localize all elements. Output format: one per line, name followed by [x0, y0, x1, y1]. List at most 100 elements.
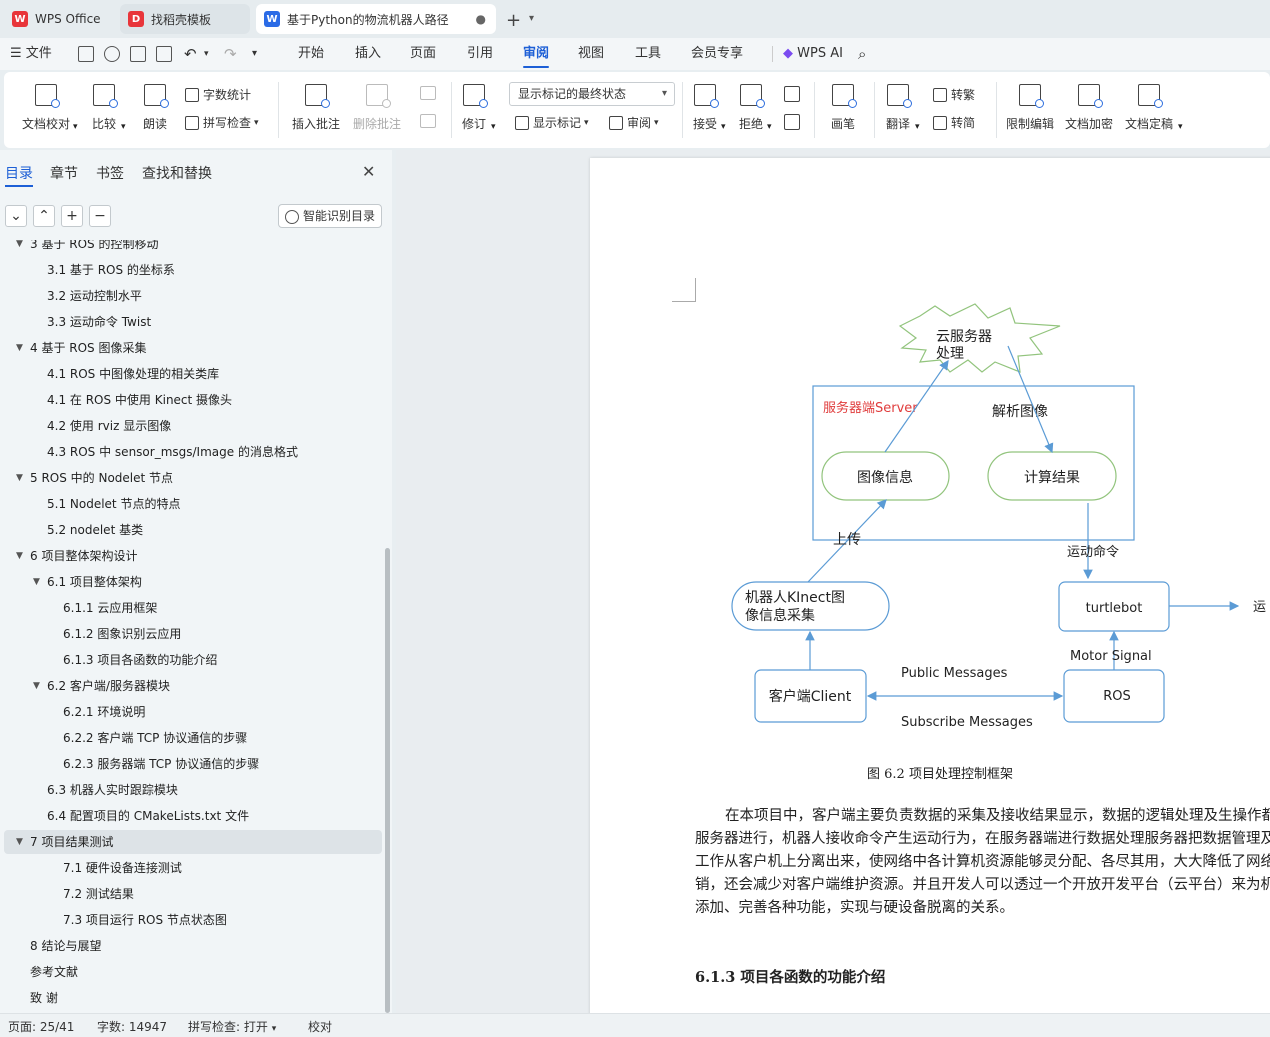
- undo-icon[interactable]: ↶: [184, 38, 197, 70]
- toc-item[interactable]: ▼ 5 ROS 中的 Nodelet 节点: [4, 466, 382, 490]
- toc-item[interactable]: 7.1 硬件设备连接测试: [4, 856, 382, 880]
- search-doc-icon[interactable]: [104, 46, 120, 62]
- toc-item[interactable]: 4.2 使用 rviz 显示图像: [4, 414, 382, 438]
- menu-item-tools[interactable]: 工具: [635, 38, 661, 70]
- menu-item-review[interactable]: 审阅: [523, 38, 550, 70]
- menu-item-view[interactable]: 视图: [578, 38, 604, 70]
- menu-item-start[interactable]: 开始: [298, 38, 324, 70]
- expand-arrow-icon[interactable]: ▼: [16, 240, 23, 256]
- track-changes-button[interactable]: 修订: [462, 72, 488, 132]
- expand-all-chevron-down-icon[interactable]: ⌄: [5, 205, 27, 227]
- print-preview-icon[interactable]: [156, 46, 172, 62]
- accept-button[interactable]: 接受: [693, 72, 719, 132]
- next-change-icon[interactable]: [784, 114, 800, 130]
- toc-item[interactable]: ▼ 3 基于 ROS 的控制移动: [4, 240, 382, 256]
- toc-item[interactable]: 5.1 Nodelet 节点的特点: [4, 492, 382, 516]
- chevron-down-icon[interactable]: ▾: [767, 122, 772, 132]
- tab-chapters[interactable]: 章节: [50, 163, 78, 183]
- tab-docer-templates[interactable]: D 找稻壳模板: [120, 4, 250, 34]
- chevron-down-icon[interactable]: ▾: [915, 122, 920, 132]
- proofread-indicator[interactable]: 校对: [308, 1018, 332, 1035]
- redo-icon[interactable]: ↷: [224, 38, 237, 70]
- restrict-edit-button[interactable]: 限制编辑: [1006, 72, 1054, 132]
- doc-check-button[interactable]: 文档校对: [22, 72, 70, 132]
- to-simplified-button[interactable]: 转简: [933, 114, 975, 131]
- expand-arrow-icon[interactable]: ▼: [16, 336, 23, 360]
- toc-item[interactable]: 致 谢: [4, 986, 382, 1010]
- toc-item[interactable]: 4.1 ROS 中图像处理的相关类库: [4, 362, 382, 386]
- menu-item-member[interactable]: 会员专享: [691, 38, 743, 70]
- remove-heading-minus-icon[interactable]: −: [89, 205, 111, 227]
- menu-item-insert[interactable]: 插入: [355, 38, 381, 70]
- toc-item[interactable]: 6.1.3 项目各函数的功能介绍: [4, 648, 382, 672]
- compare-button[interactable]: 比较: [92, 72, 118, 132]
- close-icon[interactable]: ✕: [362, 162, 375, 181]
- word-count-indicator[interactable]: 字数: 14947: [97, 1018, 167, 1035]
- expand-arrow-icon[interactable]: ▼: [16, 466, 23, 490]
- toc-item[interactable]: 6.4 配置项目的 CMakeLists.txt 文件: [4, 804, 382, 828]
- toc-item[interactable]: 3.3 运动命令 Twist: [4, 310, 382, 334]
- expand-arrow-icon[interactable]: ▼: [16, 544, 23, 568]
- toc-item[interactable]: 3.1 基于 ROS 的坐标系: [4, 258, 382, 282]
- tab-close-dot-icon[interactable]: ●: [476, 12, 486, 26]
- toc-item[interactable]: 6.3 机器人实时跟踪模块: [4, 778, 382, 802]
- collapse-chevron-up-icon[interactable]: ⌃: [33, 205, 55, 227]
- toc-item[interactable]: ▼ 6.2 客户端/服务器模块: [4, 674, 382, 698]
- pen-button[interactable]: 画笔: [831, 72, 857, 132]
- translate-button[interactable]: 翻译: [886, 72, 912, 132]
- more-chevron-icon[interactable]: ▾: [252, 38, 257, 70]
- toc-item[interactable]: 3.2 运动控制水平: [4, 284, 382, 308]
- toc-item[interactable]: 6.2.3 服务器端 TCP 协议通信的步骤: [4, 752, 382, 776]
- word-count-button[interactable]: 字数统计: [185, 86, 251, 103]
- toc-item[interactable]: 6.2.1 环境说明: [4, 700, 382, 724]
- toc-item[interactable]: 8 结论与展望: [4, 934, 382, 958]
- toc-item[interactable]: ▼ 4 基于 ROS 图像采集: [4, 336, 382, 360]
- print-icon[interactable]: [130, 46, 146, 62]
- toc-item[interactable]: ▼ 6 项目整体架构设计: [4, 544, 382, 568]
- menu-item-page[interactable]: 页面: [410, 38, 436, 70]
- chevron-down-icon[interactable]: ▾: [121, 122, 126, 132]
- toc-item[interactable]: ▼ 6.1 项目整体架构: [4, 570, 382, 594]
- menu-item-reference[interactable]: 引用: [467, 38, 493, 70]
- tab-current-document[interactable]: W 基于Python的物流机器人路径 ●: [256, 4, 496, 34]
- read-aloud-button[interactable]: 朗读: [143, 72, 169, 132]
- toc-item[interactable]: 4.3 ROS 中 sensor_msgs/Image 的消息格式: [4, 440, 382, 464]
- chevron-down-icon[interactable]: ▾: [73, 122, 78, 132]
- reject-button[interactable]: 拒绝: [739, 72, 765, 132]
- chevron-down-icon[interactable]: ▾: [721, 122, 726, 132]
- markup-state-select[interactable]: 显示标记的最终状态 ▾: [509, 82, 675, 106]
- tab-toc[interactable]: 目录: [5, 163, 33, 183]
- next-comment-icon[interactable]: [420, 114, 436, 128]
- spell-check-indicator[interactable]: 拼写检查: 打开 ▾: [188, 1018, 276, 1035]
- toc-item[interactable]: 6.1.1 云应用框架: [4, 596, 382, 620]
- toc-item[interactable]: 7.3 项目运行 ROS 节点状态图: [4, 908, 382, 932]
- insert-comment-button[interactable]: 插入批注: [292, 72, 340, 132]
- spell-check-button[interactable]: 拼写检查 ▾: [185, 114, 259, 131]
- wps-ai-button[interactable]: ◆ WPS AI: [783, 38, 843, 70]
- save-icon[interactable]: [78, 46, 94, 62]
- tab-bookmarks[interactable]: 书签: [96, 163, 124, 183]
- page-indicator[interactable]: 页面: 25/41: [8, 1018, 74, 1035]
- tab-wps-office[interactable]: W WPS Office: [4, 4, 114, 34]
- toc-item[interactable]: 7.2 测试结果: [4, 882, 382, 906]
- toc-item[interactable]: 参考文献: [4, 960, 382, 984]
- chevron-down-icon[interactable]: ▾: [529, 13, 534, 24]
- new-tab-plus-icon[interactable]: +: [506, 10, 521, 31]
- sidebar-scrollbar[interactable]: [385, 548, 390, 1013]
- delete-comment-button[interactable]: 删除批注: [353, 72, 401, 132]
- toc-item[interactable]: 4.1 在 ROS 中使用 Kinect 摄像头: [4, 388, 382, 412]
- chevron-down-icon[interactable]: ▾: [1178, 122, 1183, 132]
- chevron-down-icon[interactable]: ▾: [491, 122, 496, 132]
- to-traditional-button[interactable]: 转繁: [933, 86, 975, 103]
- expand-arrow-icon[interactable]: ▼: [33, 570, 40, 594]
- review-pane-button[interactable]: 审阅 ▾: [609, 114, 659, 131]
- toc-item[interactable]: 5.2 nodelet 基类: [4, 518, 382, 542]
- prev-change-icon[interactable]: [784, 86, 800, 102]
- show-markup-button[interactable]: 显示标记 ▾: [515, 114, 589, 131]
- expand-arrow-icon[interactable]: ▼: [16, 830, 23, 854]
- toc-item[interactable]: ▼ 7 项目结果测试: [4, 830, 382, 854]
- search-icon[interactable]: ⌕: [858, 38, 866, 70]
- finalize-button[interactable]: 文档定稿: [1125, 72, 1173, 132]
- tab-find-replace[interactable]: 查找和替换: [142, 163, 212, 183]
- file-menu[interactable]: ☰ 文件: [10, 38, 52, 70]
